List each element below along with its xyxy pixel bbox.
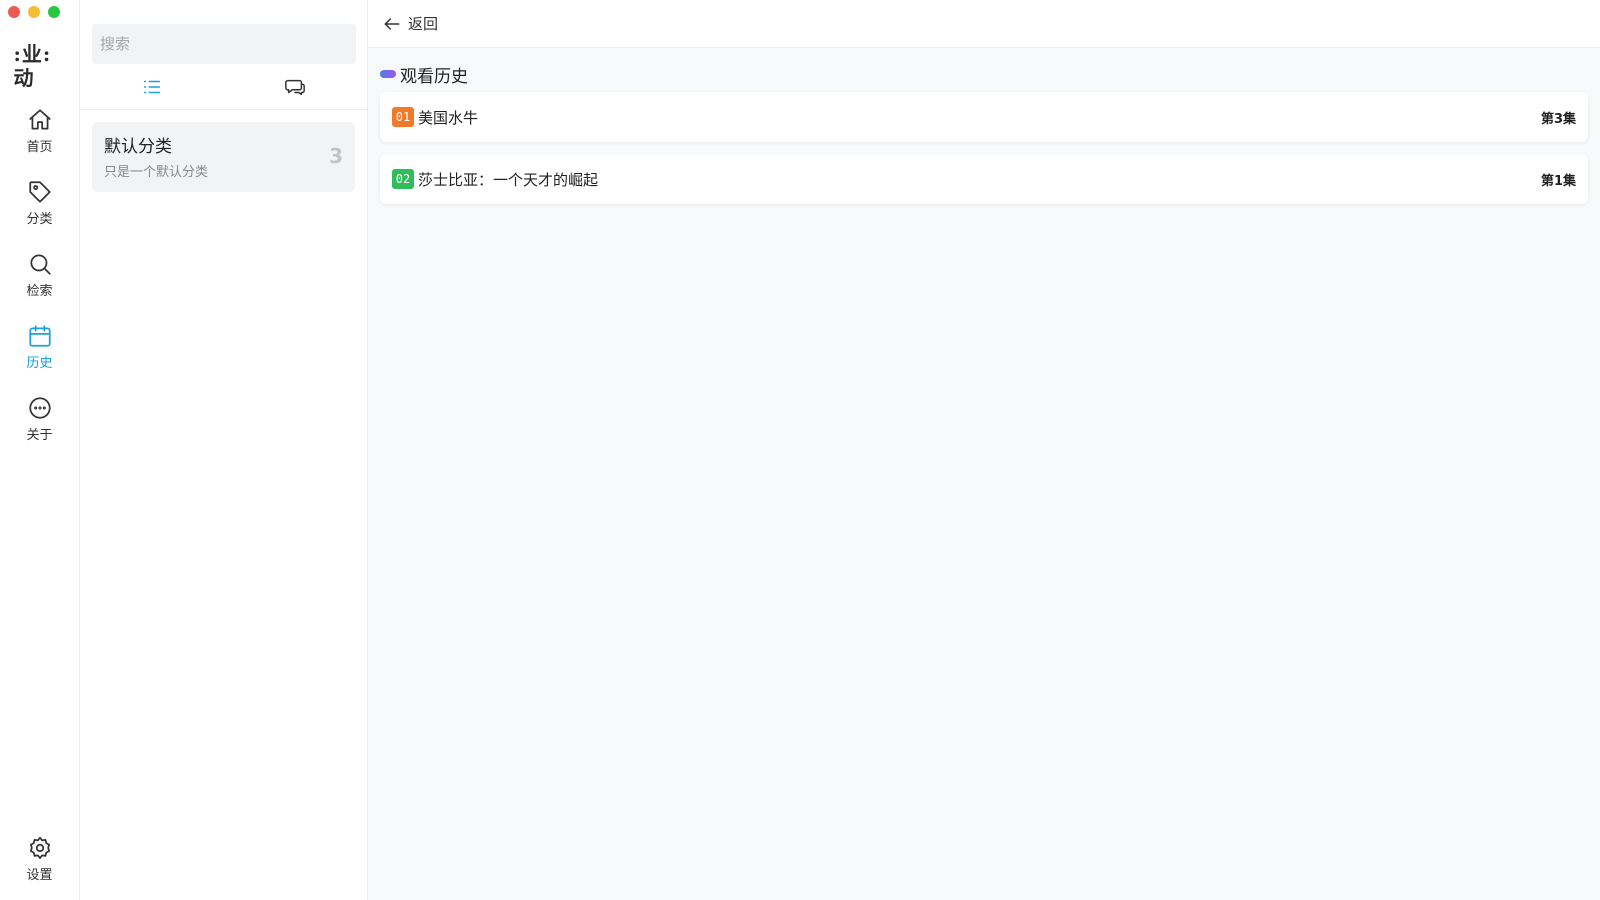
section-header: 观看历史	[380, 64, 1600, 87]
category-card-default[interactable]: 默认分类 只是一个默认分类 3	[92, 122, 355, 192]
nav-item-history[interactable]: 历史	[10, 320, 70, 374]
logo-text: :业:动	[13, 42, 52, 90]
section-marker	[380, 70, 396, 78]
top-bar: 返回	[368, 0, 1600, 48]
chat-icon	[285, 79, 306, 95]
panel-tabs	[80, 64, 367, 110]
gear-icon	[29, 836, 50, 859]
nav-item-about[interactable]: 关于	[10, 392, 70, 446]
nav-item-settings[interactable]: 设置	[10, 832, 70, 886]
calendar-icon	[28, 325, 51, 347]
minimize-window-button[interactable]	[28, 6, 40, 18]
search-input[interactable]	[92, 24, 356, 64]
nav-label: 历史	[26, 356, 53, 371]
nav-label: 设置	[26, 868, 53, 883]
section-title: 观看历史	[400, 66, 468, 87]
home-icon	[28, 109, 51, 130]
nav-item-category[interactable]: 分类	[10, 176, 70, 230]
nav-item-search[interactable]: 检索	[10, 248, 70, 302]
category-description: 只是一个默认分类	[104, 165, 209, 180]
list-icon	[143, 80, 160, 93]
category-panel: 默认分类 只是一个默认分类 3	[80, 0, 368, 900]
nav-items: 首页 分类 检索 历史 关于	[10, 104, 70, 446]
category-name: 默认分类	[104, 137, 172, 157]
arrow-left-icon	[384, 17, 400, 30]
history-item[interactable]: 01 美国水牛 第3集	[380, 92, 1588, 142]
more-icon	[28, 397, 51, 419]
app-logo: :业:动	[14, 42, 66, 90]
close-window-button[interactable]	[8, 6, 20, 18]
history-title: 莎士比亚：一个天才的崛起	[418, 170, 599, 189]
nav-item-home[interactable]: 首页	[10, 104, 70, 158]
maximize-window-button[interactable]	[48, 6, 60, 18]
nav-label: 检索	[26, 284, 53, 299]
back-button[interactable]: 返回	[382, 13, 438, 34]
app-window: :业:动 首页 分类 检索 历史 关于 设置 搜索 默认分类 只是一个默认分类 …	[0, 0, 1600, 900]
history-episode: 第3集	[1540, 111, 1576, 127]
history-item[interactable]: 02 莎士比亚：一个天才的崛起 第1集	[380, 154, 1588, 204]
history-index-badge: 02	[392, 169, 414, 189]
main-content: 返回 观看历史 01 美国水牛 第3集 02 莎士比亚：一个天才的崛起 第1集	[368, 0, 1600, 900]
search-icon	[29, 254, 51, 275]
history-title: 美国水牛	[418, 108, 479, 127]
tab-chat[interactable]	[224, 64, 368, 109]
tab-list[interactable]	[80, 64, 224, 109]
nav-label: 首页	[26, 140, 53, 155]
tag-icon	[28, 181, 51, 203]
category-count: 3	[329, 144, 343, 168]
history-episode: 第1集	[1540, 173, 1576, 189]
nav-label: 分类	[26, 212, 53, 227]
history-list: 01 美国水牛 第3集 02 莎士比亚：一个天才的崛起 第1集	[380, 92, 1588, 204]
back-label: 返回	[408, 15, 439, 33]
window-controls	[8, 6, 60, 18]
history-index-badge: 01	[392, 107, 414, 127]
nav-label: 关于	[26, 428, 53, 443]
main-nav: :业:动 首页 分类 检索 历史 关于 设置	[0, 0, 80, 900]
